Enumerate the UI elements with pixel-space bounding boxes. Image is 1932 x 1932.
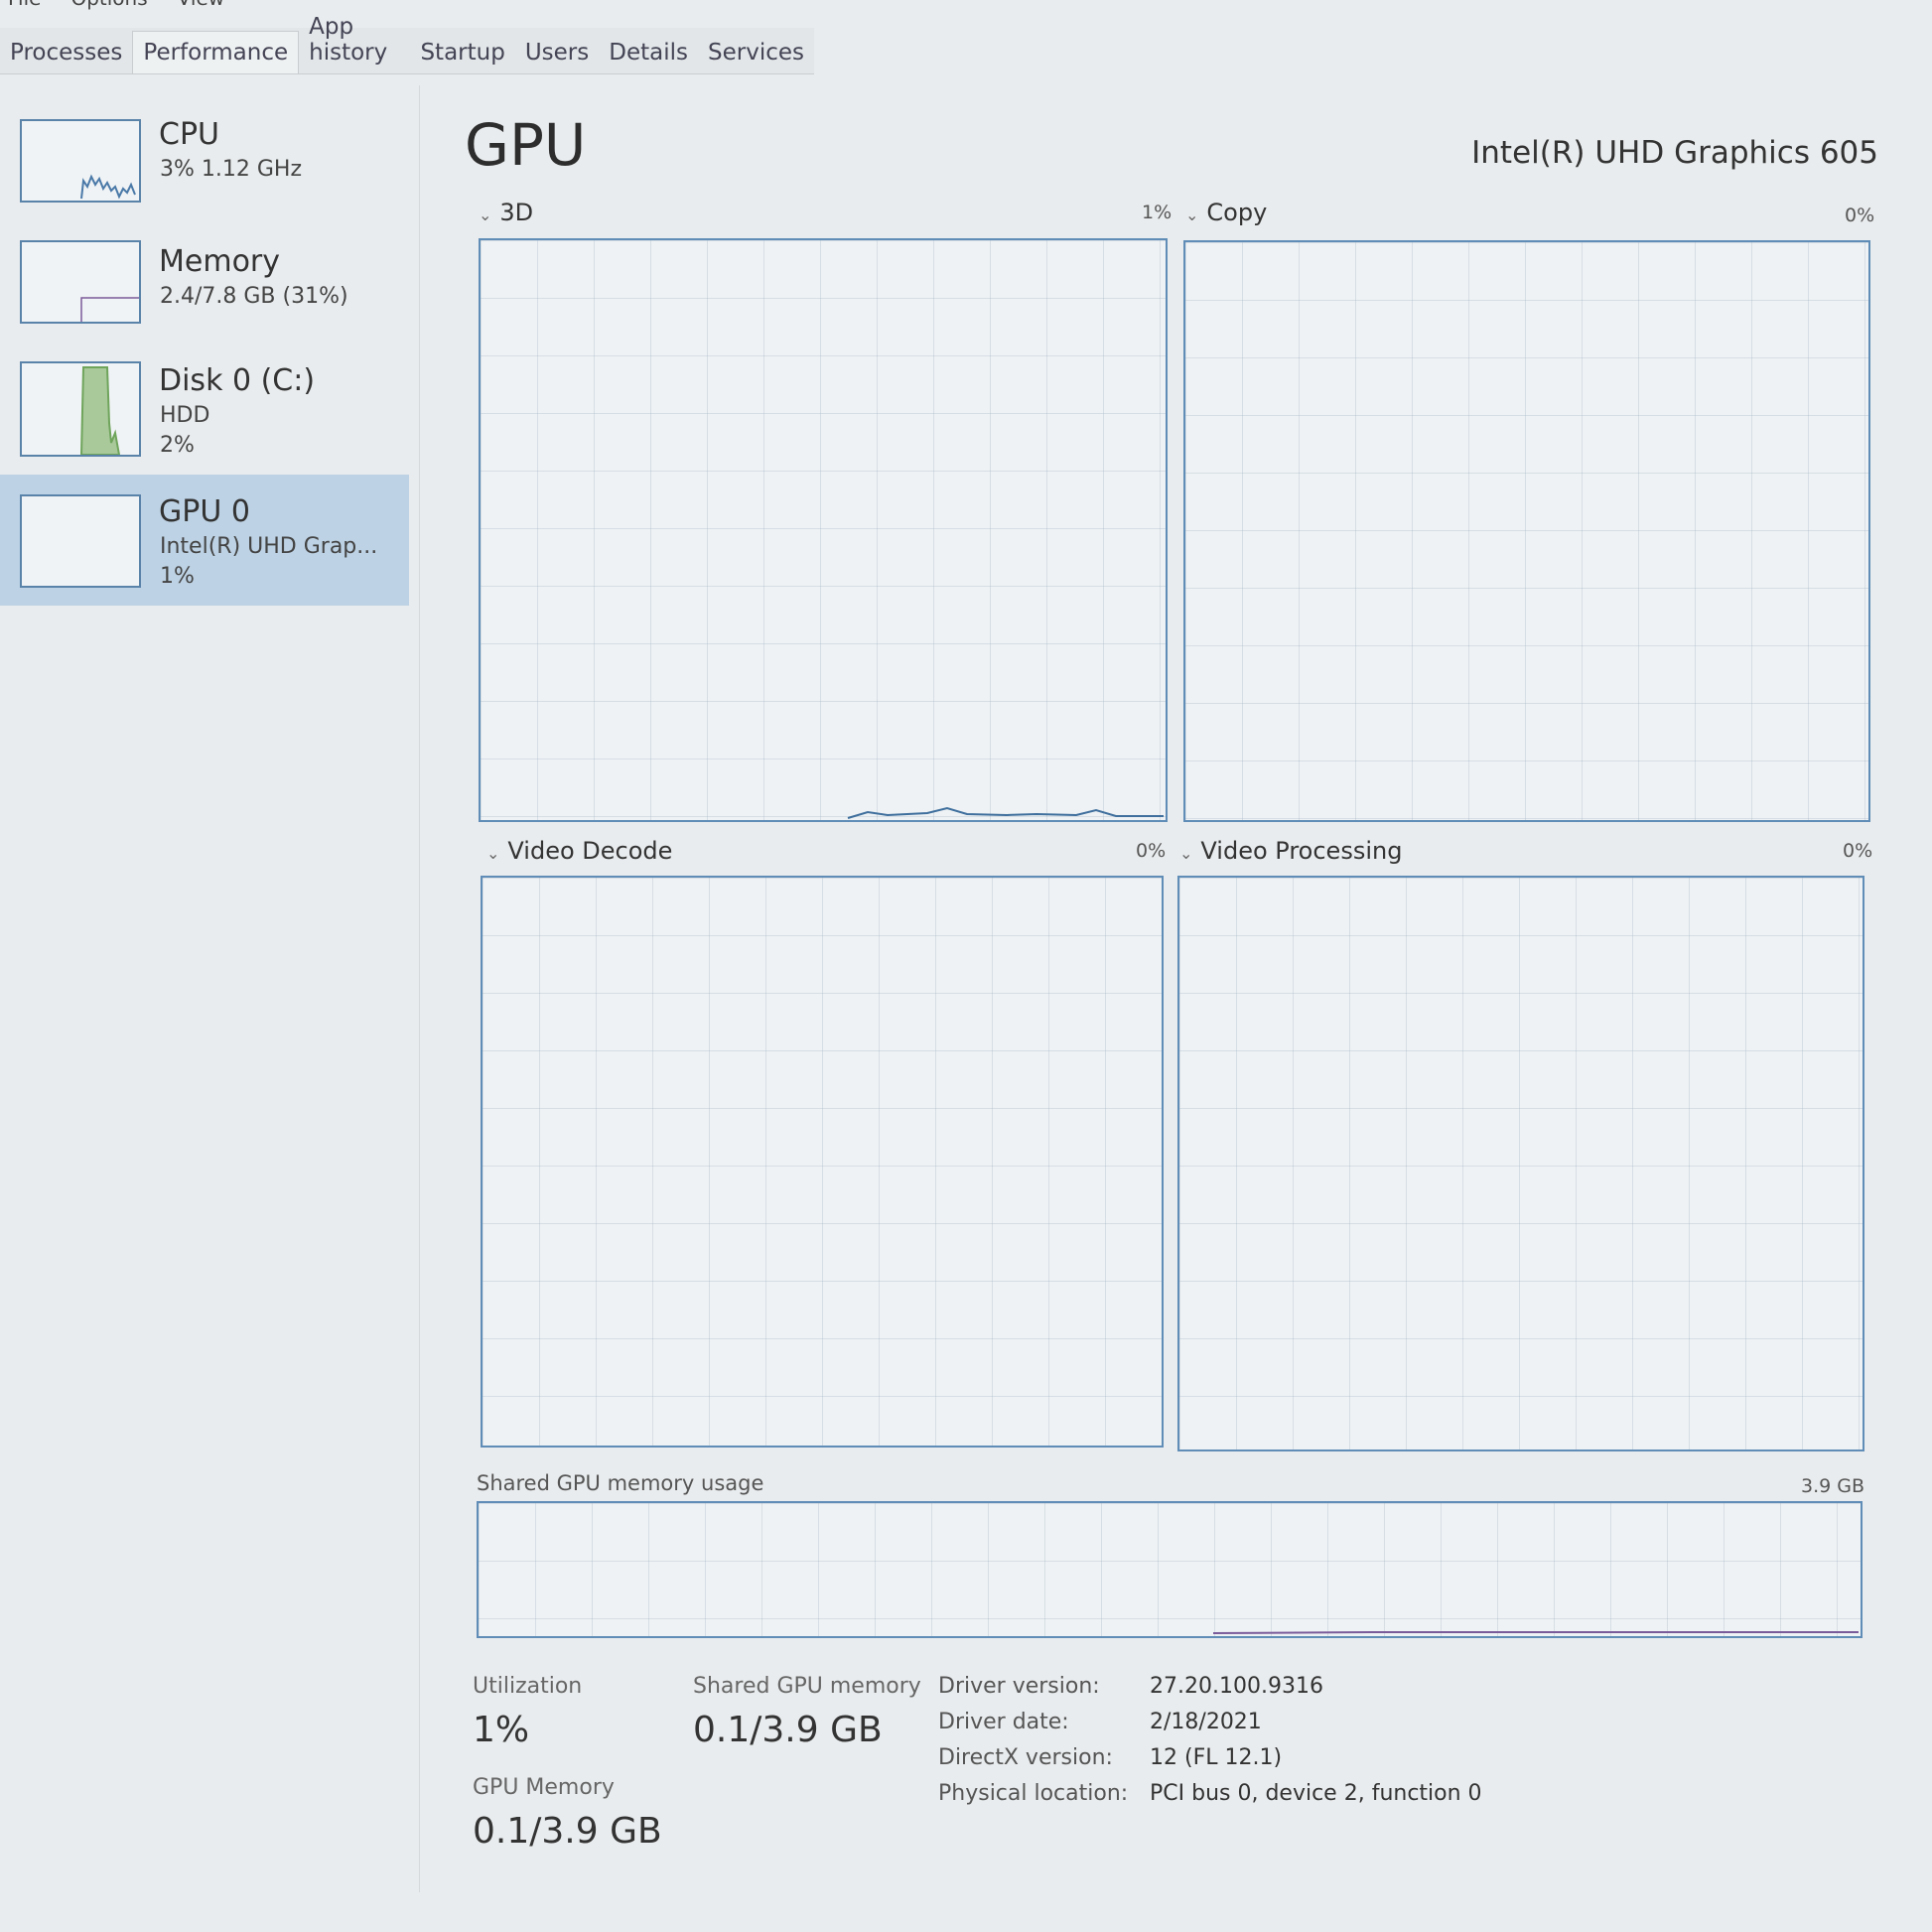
disk-thumbnail — [20, 361, 141, 457]
gpu-device-name: Intel(R) UHD Graphics 605 — [1471, 135, 1878, 171]
tab-performance[interactable]: Performance — [132, 31, 300, 73]
driver-version-key: Driver version: — [938, 1674, 1100, 1699]
graph-video-decode — [481, 876, 1164, 1448]
graph-3d-line — [847, 806, 1164, 819]
physical-location-value: PCI bus 0, device 2, function 0 — [1150, 1781, 1482, 1806]
panel-video-decode-percent: 0% — [1136, 840, 1167, 862]
tab-details[interactable]: Details — [599, 40, 698, 73]
tab-users[interactable]: Users — [515, 40, 599, 73]
sidebar-item-usage: 2% — [160, 433, 195, 458]
sidebar-item-gpu[interactable]: GPU 0 Intel(R) UHD Grap... 1% — [0, 475, 409, 606]
panel-3d-label[interactable]: ⌄ 3D — [479, 199, 533, 226]
chevron-down-icon: ⌄ — [479, 206, 492, 224]
graph-copy — [1183, 240, 1870, 822]
driver-date-key: Driver date: — [938, 1710, 1069, 1734]
disk-sparkline — [79, 366, 121, 456]
driver-date-value: 2/18/2021 — [1150, 1710, 1262, 1734]
graph-3d — [479, 238, 1168, 822]
driver-version-value: 27.20.100.9316 — [1150, 1674, 1323, 1699]
tab-services[interactable]: Services — [698, 40, 814, 73]
sidebar-item-usage: 1% — [160, 564, 195, 589]
panel-copy-percent: 0% — [1845, 205, 1875, 226]
gpu-thumbnail — [20, 494, 141, 588]
shared-gpu-memory-label: Shared GPU memory — [693, 1674, 921, 1699]
tab-startup[interactable]: Startup — [410, 40, 514, 73]
cpu-thumbnail — [20, 119, 141, 203]
chevron-down-icon: ⌄ — [486, 844, 500, 863]
physical-location-key: Physical location: — [938, 1781, 1129, 1806]
tab-app-history[interactable]: App history — [299, 14, 410, 73]
panel-video-processing-percent: 0% — [1843, 840, 1873, 862]
sidebar-item-detail: HDD — [160, 403, 210, 428]
gpu-memory-value: 0.1/3.9 GB — [473, 1811, 662, 1852]
menu-bar: File Options View — [0, 0, 224, 16]
footer-bar — [0, 1912, 1932, 1932]
sidebar-item-memory[interactable]: Memory 2.4/7.8 GB (31%) — [0, 226, 409, 357]
cpu-sparkline — [80, 174, 136, 200]
directx-version-key: DirectX version: — [938, 1745, 1113, 1770]
gpu-memory-label: GPU Memory — [473, 1775, 615, 1800]
sidebar-item-detail: Intel(R) UHD Grap... — [160, 534, 378, 559]
sidebar-item-title: GPU 0 — [159, 494, 250, 529]
sidebar-item-detail: 2.4/7.8 GB (31%) — [160, 284, 348, 309]
shared-gpu-memory-value: 0.1/3.9 GB — [693, 1710, 883, 1750]
utilization-label: Utilization — [473, 1674, 583, 1699]
menu-options[interactable]: Options — [70, 0, 147, 16]
panel-copy-label[interactable]: ⌄ Copy — [1185, 199, 1267, 226]
panel-video-decode-label[interactable]: ⌄ Video Decode — [486, 837, 672, 865]
menu-view[interactable]: View — [178, 0, 224, 16]
graph-shared-memory-line — [1212, 1631, 1859, 1634]
panel-video-processing-label[interactable]: ⌄ Video Processing — [1179, 837, 1402, 865]
tab-bar: Processes Performance App history Startu… — [0, 14, 814, 74]
directx-version-value: 12 (FL 12.1) — [1150, 1745, 1283, 1770]
chevron-down-icon: ⌄ — [1185, 206, 1199, 224]
sidebar: CPU 3% 1.12 GHz Memory 2.4/7.8 GB (31%) … — [0, 85, 420, 1892]
sidebar-item-title: CPU — [159, 117, 219, 152]
utilization-value: 1% — [473, 1710, 530, 1750]
graph-shared-memory — [477, 1501, 1863, 1638]
shared-memory-label: Shared GPU memory usage — [477, 1471, 764, 1495]
sidebar-item-title: Memory — [159, 244, 281, 279]
menu-file[interactable]: File — [8, 0, 41, 16]
page-title: GPU — [465, 111, 587, 179]
chevron-down-icon: ⌄ — [1179, 844, 1193, 863]
panel-3d-percent: 1% — [1142, 202, 1173, 223]
sidebar-item-cpu[interactable]: CPU 3% 1.12 GHz — [0, 105, 409, 236]
tab-processes[interactable]: Processes — [0, 40, 132, 73]
memory-fill — [80, 297, 139, 322]
sidebar-item-disk[interactable]: Disk 0 (C:) HDD 2% — [0, 347, 409, 479]
graph-video-processing — [1177, 876, 1864, 1451]
shared-memory-max: 3.9 GB — [1800, 1475, 1864, 1497]
sidebar-item-detail: 3% 1.12 GHz — [160, 157, 303, 182]
memory-thumbnail — [20, 240, 141, 324]
sidebar-item-title: Disk 0 (C:) — [159, 363, 316, 398]
